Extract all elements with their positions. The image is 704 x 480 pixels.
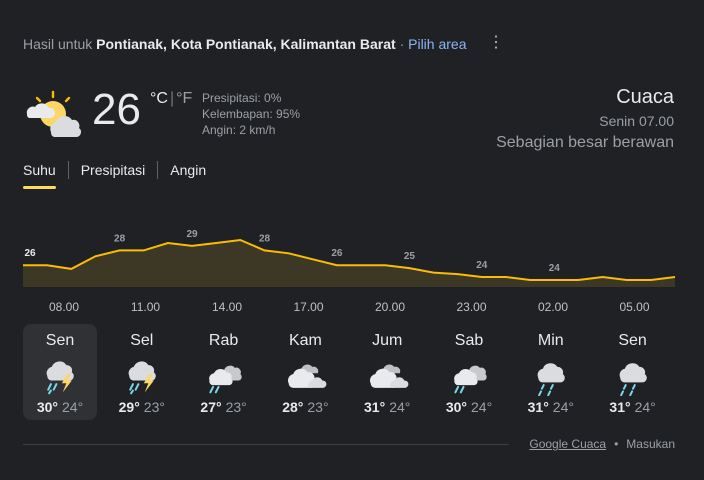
day-low: 24° bbox=[552, 399, 574, 415]
chart-x-tick: 05.00 bbox=[619, 300, 649, 314]
temperature-chart: 26 28 29 28 26 25 24 24 08.00 11.00 14.00 17.00 20.0… bbox=[23, 229, 676, 314]
chart-data-label: 28 bbox=[259, 233, 271, 244]
footer-divider bbox=[23, 444, 509, 445]
cloudy-icon bbox=[370, 364, 409, 388]
day-card[interactable]: Sel 29° 23° bbox=[105, 324, 179, 420]
day-card[interactable]: Sen 31° 24° bbox=[596, 324, 670, 420]
day-high: 31° bbox=[527, 399, 549, 415]
day-high: 31° bbox=[364, 399, 386, 415]
chart-data-label: 26 bbox=[24, 248, 36, 259]
thunderstorm-icon bbox=[46, 361, 74, 395]
day-temps: 29° 23° bbox=[105, 398, 179, 416]
day-card[interactable]: Sab 30° 24° bbox=[432, 324, 506, 420]
day-low: 23° bbox=[225, 399, 247, 415]
day-temps: 28° 23° bbox=[268, 398, 342, 416]
day-low: 24° bbox=[389, 399, 411, 415]
day-name: Rab bbox=[208, 332, 239, 349]
chart-x-tick: 08.00 bbox=[49, 300, 79, 314]
day-card[interactable]: Jum 31° 24° bbox=[350, 324, 424, 420]
chart-x-tick: 14.00 bbox=[212, 300, 242, 314]
day-high: 31° bbox=[609, 399, 631, 415]
day-temps: 31° 24° bbox=[350, 398, 424, 416]
day-temps: 30° 24° bbox=[432, 398, 506, 416]
day-name: Kam bbox=[288, 332, 322, 349]
sun-showers-icon bbox=[208, 365, 242, 394]
sun-showers-icon bbox=[454, 365, 487, 394]
day-low: 24° bbox=[634, 399, 656, 415]
chart-x-tick: 20.00 bbox=[375, 300, 405, 314]
day-high: 30° bbox=[445, 399, 467, 415]
day-name: Jum bbox=[372, 332, 403, 349]
footer-dot: • bbox=[614, 437, 619, 451]
day-low: 24° bbox=[471, 399, 493, 415]
day-card[interactable]: Sen 30° 24° bbox=[23, 324, 97, 420]
day-temps: 31° 24° bbox=[596, 398, 670, 416]
chart-x-tick: 23.00 bbox=[456, 300, 486, 314]
day-high: 30° bbox=[36, 399, 58, 415]
daily-forecast: Sen 30° 24° Sel 29° 23° Rab 27° 23° Kam 28° 23° Jum 3… bbox=[23, 324, 679, 420]
chart-data-label: 26 bbox=[331, 248, 343, 259]
chart-data-label: 24 bbox=[476, 260, 488, 271]
day-high: 27° bbox=[200, 399, 222, 415]
day-low: 23° bbox=[307, 399, 329, 415]
day-name: Sen bbox=[45, 332, 75, 349]
day-name: Sel bbox=[130, 332, 154, 349]
day-name: Sen bbox=[618, 332, 647, 349]
day-low: 23° bbox=[143, 399, 165, 415]
chart-data-label: 25 bbox=[404, 251, 416, 262]
footer: Google Cuaca • Masukan bbox=[529, 437, 675, 451]
chart-data-label: 28 bbox=[114, 233, 126, 244]
day-high: 28° bbox=[282, 399, 304, 415]
chart-data-label: 29 bbox=[186, 229, 198, 240]
google-weather-link[interactable]: Google Cuaca bbox=[529, 437, 606, 451]
chart-x-tick: 11.00 bbox=[131, 300, 160, 314]
rain-icon bbox=[619, 363, 647, 396]
chart-x-tick: 17.00 bbox=[293, 300, 323, 314]
day-temps: 27° 23° bbox=[187, 398, 261, 416]
rain-icon bbox=[537, 363, 565, 396]
chart-data-label: 24 bbox=[549, 263, 561, 274]
cloudy-icon bbox=[288, 364, 327, 388]
day-name: Min bbox=[537, 332, 564, 349]
day-card[interactable]: Kam 28° 23° bbox=[268, 324, 342, 420]
day-high: 29° bbox=[118, 399, 140, 415]
day-card[interactable]: Rab 27° 23° bbox=[187, 324, 261, 420]
day-card[interactable]: Min 31° 24° bbox=[514, 324, 588, 420]
day-name: Sab bbox=[454, 332, 484, 349]
chart-x-tick: 02.00 bbox=[538, 300, 568, 314]
day-temps: 31° 24° bbox=[514, 398, 588, 416]
day-temps: 30° 24° bbox=[23, 398, 97, 416]
day-low: 24° bbox=[62, 399, 84, 415]
feedback-link[interactable]: Masukan bbox=[626, 437, 675, 451]
thunderstorm-icon bbox=[128, 361, 156, 395]
